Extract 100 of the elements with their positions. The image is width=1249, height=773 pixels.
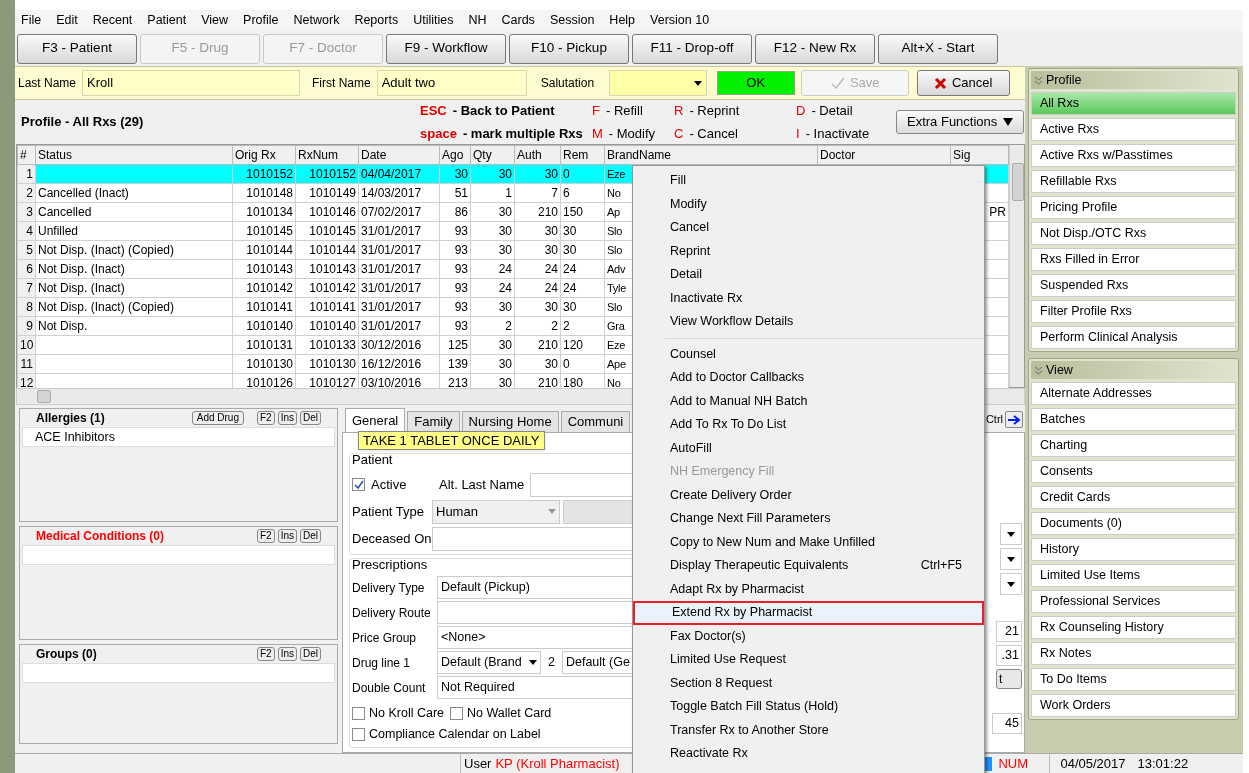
key-button[interactable]: Del bbox=[300, 647, 321, 661]
menu-item[interactable]: Toggle Batch Fill Status (Hold) bbox=[633, 695, 984, 719]
column-header[interactable]: Qty bbox=[470, 145, 515, 165]
side-menu-item[interactable]: Professional Services bbox=[1031, 590, 1236, 613]
key-button[interactable]: Del bbox=[300, 411, 321, 425]
menu-item[interactable]: Change Next Fill Parameters bbox=[633, 507, 984, 531]
input-field[interactable]: Kroll bbox=[82, 70, 301, 96]
toolbar-button[interactable]: F3 - Patient bbox=[17, 33, 137, 64]
menu-item[interactable]: Add to Manual NH Batch bbox=[633, 389, 984, 413]
side-menu-item[interactable]: Refillable Rxs bbox=[1031, 170, 1236, 193]
side-menu-item[interactable]: Perform Clinical Analysis bbox=[1031, 326, 1236, 349]
side-menu-item[interactable]: Documents (0) bbox=[1031, 512, 1236, 535]
menu-item[interactable]: Transfer Rx to Another Store bbox=[633, 718, 984, 742]
dropdown[interactable]: Default (Brand bbox=[437, 651, 541, 674]
menu-item[interactable]: Profile bbox=[243, 11, 279, 30]
table-cell: 6 bbox=[563, 186, 570, 200]
table-cell: 4 bbox=[26, 224, 33, 238]
ok-button[interactable]: OK bbox=[716, 71, 795, 95]
key-button[interactable]: Ins bbox=[277, 647, 297, 661]
toolbar-button[interactable]: F11 - Drop-off bbox=[632, 33, 752, 64]
key-button[interactable]: F2 bbox=[256, 529, 275, 543]
side-menu-item[interactable]: Rx Notes bbox=[1031, 642, 1236, 665]
side-menu-item[interactable]: Consents bbox=[1031, 460, 1236, 483]
menu-item[interactable]: Utilities bbox=[413, 11, 454, 30]
column-header[interactable]: RxNum bbox=[295, 145, 359, 165]
input-field[interactable]: .31 bbox=[996, 645, 1022, 666]
side-menu-item[interactable]: Active Rxs bbox=[1031, 118, 1236, 141]
column-header[interactable]: Rem bbox=[560, 145, 605, 165]
side-menu-item[interactable]: Alternate Addresses bbox=[1031, 382, 1236, 405]
side-menu-item[interactable]: Limited Use Items bbox=[1031, 564, 1236, 587]
menu-item[interactable]: Limited Use Request bbox=[633, 648, 984, 672]
column-header[interactable]: Ago bbox=[439, 145, 471, 165]
side-menu-item[interactable]: Batches bbox=[1031, 408, 1236, 431]
side-menu-item[interactable]: Filter Profile Rxs bbox=[1031, 300, 1236, 323]
side-menu-item[interactable]: Suspended Rxs bbox=[1031, 274, 1236, 297]
key-button[interactable]: Ins bbox=[277, 529, 297, 543]
menu-item[interactable]: Cards bbox=[501, 11, 535, 30]
side-menu-item[interactable]: Credit Cards bbox=[1031, 486, 1236, 509]
side-menu-item[interactable]: All Rxs bbox=[1031, 92, 1236, 115]
side-menu-item[interactable]: Active Rxs w/Passtimes bbox=[1031, 144, 1236, 167]
column-header[interactable]: Sig bbox=[950, 145, 1009, 165]
list-item[interactable]: ACE Inhibitors bbox=[35, 427, 115, 447]
column-header[interactable]: # bbox=[17, 145, 36, 165]
tab[interactable]: Communi bbox=[560, 411, 631, 432]
column-header[interactable]: Status bbox=[35, 145, 233, 165]
menu-item[interactable]: Reactivate Rx bbox=[633, 742, 984, 766]
side-menu-item[interactable]: Not Disp./OTC Rxs bbox=[1031, 222, 1236, 245]
column-header[interactable]: Orig Rx bbox=[232, 145, 296, 165]
menu-item[interactable]: AutoFill bbox=[633, 436, 984, 460]
side-menu-item[interactable]: Charting bbox=[1031, 434, 1236, 457]
key-button[interactable]: F2 bbox=[256, 647, 275, 661]
input-field[interactable]: Adult two bbox=[376, 70, 527, 96]
key-button[interactable]: Del bbox=[300, 529, 321, 543]
menu-item[interactable]: Section 8 Request bbox=[633, 671, 984, 695]
toolbar-button[interactable]: Alt+X - Start bbox=[878, 33, 998, 64]
side-menu-item[interactable]: Pricing Profile bbox=[1031, 196, 1236, 219]
menu-item[interactable]: Adapt Rx by Pharmacist bbox=[633, 577, 984, 601]
menu-item[interactable]: File bbox=[21, 11, 42, 30]
table-cell: 3 bbox=[26, 205, 33, 219]
column-header[interactable]: BrandName bbox=[604, 145, 818, 165]
button[interactable]: t bbox=[996, 669, 1022, 689]
menu-item[interactable]: Recent bbox=[92, 11, 133, 30]
column-header[interactable]: Date bbox=[358, 145, 440, 165]
toolbar-button[interactable]: F12 - New Rx bbox=[755, 33, 875, 64]
menu-item[interactable]: Patient bbox=[147, 11, 187, 30]
input-field[interactable]: 45 bbox=[992, 713, 1022, 734]
field-label: Delivery Route bbox=[352, 604, 432, 622]
key-button[interactable]: F2 bbox=[256, 411, 275, 425]
cancel-button[interactable]: Cancel bbox=[916, 70, 1010, 96]
column-header[interactable]: Doctor bbox=[817, 145, 951, 165]
toolbar-button[interactable]: F9 - Workflow bbox=[386, 33, 506, 64]
menu-item[interactable]: Reports bbox=[354, 11, 399, 30]
menu-item[interactable]: Session bbox=[549, 11, 595, 30]
extra-functions-button[interactable]: Extra Functions bbox=[896, 110, 1025, 134]
column-header[interactable]: Auth bbox=[514, 145, 561, 165]
side-menu-item[interactable]: History bbox=[1031, 538, 1236, 561]
tab[interactable]: Family bbox=[407, 411, 460, 432]
dropdown[interactable]: Human bbox=[432, 499, 560, 524]
side-menu-item[interactable]: Rxs Filled in Error bbox=[1031, 248, 1236, 271]
menu-item[interactable]: Fax Doctor(s) bbox=[633, 624, 984, 648]
menu-item[interactable]: Edit bbox=[56, 11, 78, 30]
menu-item[interactable]: NH bbox=[468, 11, 487, 30]
side-menu-item[interactable]: Rx Counseling History bbox=[1031, 616, 1236, 639]
menu-item[interactable]: Extend Rx by Pharmacist bbox=[633, 601, 984, 625]
menu-item[interactable]: Network bbox=[293, 11, 340, 30]
add-drug-button[interactable]: Add Drug bbox=[191, 411, 244, 425]
side-menu-item[interactable]: Work Orders bbox=[1031, 694, 1236, 717]
menu-item[interactable]: Create Delivery Order bbox=[633, 483, 984, 507]
menu-item[interactable]: Help bbox=[609, 11, 636, 30]
tab[interactable]: Nursing Home bbox=[461, 411, 559, 432]
menu-item[interactable]: Version 10 bbox=[650, 11, 710, 30]
side-menu-item[interactable]: To Do Items bbox=[1031, 668, 1236, 691]
menu-item[interactable]: Copy to New Num and Make Unfilled bbox=[633, 530, 984, 554]
toolbar-button[interactable]: F10 - Pickup bbox=[509, 33, 629, 64]
key-button[interactable]: Ins bbox=[277, 411, 297, 425]
tab[interactable]: General bbox=[345, 408, 406, 432]
menu-item[interactable]: Display Therapeutic Equivalents Ctrl+F5 bbox=[633, 554, 984, 578]
menu-item[interactable]: Add To Rx To Do List bbox=[633, 413, 984, 437]
menu-item[interactable]: View bbox=[201, 11, 229, 30]
input-field[interactable]: 21 bbox=[996, 621, 1022, 642]
